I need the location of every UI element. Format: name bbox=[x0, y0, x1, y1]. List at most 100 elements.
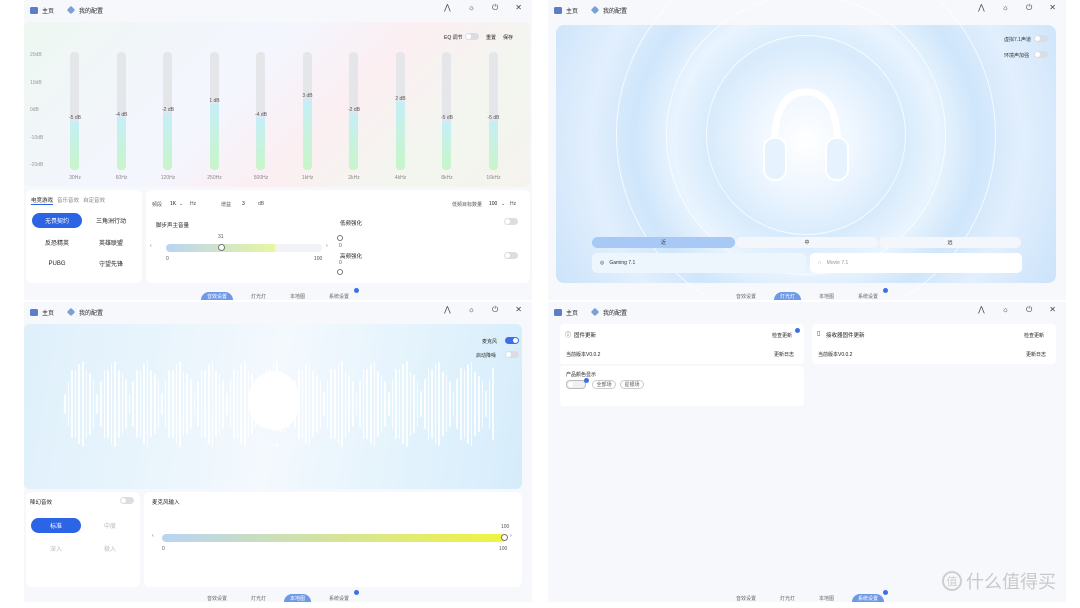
gain-input[interactable]: 3 bbox=[242, 201, 245, 207]
preset-gaming[interactable]: ◎ Gaming 7.1 bbox=[592, 253, 806, 273]
tab-system[interactable]: 系统设置 bbox=[323, 288, 360, 300]
color-option-silver[interactable]: 星银场 bbox=[620, 380, 644, 389]
treble-boost-toggle[interactable] bbox=[504, 252, 518, 259]
home-nav[interactable]: 主页 bbox=[554, 6, 578, 15]
bass-boost-toggle[interactable] bbox=[504, 218, 518, 225]
ai-sound-toggle[interactable] bbox=[120, 497, 134, 504]
close-icon[interactable]: ✕ bbox=[1049, 306, 1056, 314]
eq-band-slider[interactable] bbox=[209, 52, 219, 170]
ai-standard-button[interactable]: 标准 bbox=[31, 518, 81, 533]
config-nav[interactable]: 我的配置 bbox=[66, 5, 103, 15]
tab-local[interactable]: 本地图 bbox=[813, 292, 840, 300]
eq-band-slider[interactable] bbox=[70, 52, 79, 170]
chevron-left-icon[interactable]: ‹ bbox=[150, 243, 152, 249]
home-nav[interactable]: 主页 bbox=[30, 308, 54, 317]
close-icon[interactable]: ✕ bbox=[1049, 4, 1056, 12]
tab-local[interactable]: 本地图 bbox=[813, 594, 840, 602]
tab-light[interactable]: 灯光灯 bbox=[774, 594, 801, 602]
tab-sound[interactable]: 音效设置 bbox=[730, 292, 762, 300]
footstep-slider[interactable] bbox=[166, 244, 322, 252]
check-update-button[interactable]: 检查更新 bbox=[772, 332, 792, 339]
mode-mid[interactable]: 中 bbox=[736, 237, 878, 248]
tab-light[interactable]: 灯光灯 bbox=[245, 594, 272, 602]
tab-local[interactable]: 本地图 bbox=[284, 594, 312, 602]
tab-light[interactable]: 灯光灯 bbox=[773, 292, 801, 300]
preset-lol[interactable]: 英雄联盟 bbox=[86, 235, 136, 250]
preset-cs[interactable]: 反恐精英 bbox=[32, 235, 82, 250]
power-icon[interactable]: ⏻ bbox=[1026, 306, 1032, 314]
preset-valorant[interactable]: 无畏契约 bbox=[32, 213, 82, 228]
chevron-down-icon[interactable]: ⌄ bbox=[501, 201, 505, 207]
sun-icon[interactable]: ☼ bbox=[468, 306, 475, 314]
axis-label: 0dB bbox=[30, 107, 39, 113]
eq-band-slider[interactable] bbox=[488, 52, 498, 170]
sun-icon[interactable]: ☼ bbox=[468, 4, 475, 12]
freq-select[interactable]: 1K bbox=[170, 201, 176, 207]
eq-band-slider[interactable] bbox=[395, 52, 405, 170]
preset-overwatch[interactable]: 守望先锋 bbox=[86, 256, 136, 271]
config-nav[interactable]: 我的配置 bbox=[590, 5, 627, 15]
ambient-toggle[interactable] bbox=[1034, 51, 1048, 58]
close-icon[interactable]: ✕ bbox=[515, 4, 522, 12]
tab-light[interactable]: 灯光灯 bbox=[245, 292, 272, 300]
category-tab-game[interactable]: 电竞游戏 bbox=[31, 196, 54, 205]
chevron-left-icon[interactable]: ‹ bbox=[152, 533, 154, 539]
category-tab-music[interactable]: 音乐音效 bbox=[57, 196, 79, 205]
reset-button[interactable]: 重置 bbox=[486, 34, 496, 41]
tab-system[interactable]: 系统设置 bbox=[852, 590, 889, 602]
tab-system[interactable]: 系统设置 bbox=[323, 590, 360, 602]
mode-far[interactable]: 远 bbox=[879, 237, 1021, 248]
config-nav[interactable]: 我的配置 bbox=[66, 307, 103, 317]
treble-slider-knob[interactable] bbox=[337, 269, 343, 275]
power-icon[interactable]: ⏻ bbox=[492, 4, 498, 12]
update-log-button[interactable]: 更新日志 bbox=[774, 351, 794, 358]
person-icon[interactable]: ⋀ bbox=[444, 4, 451, 12]
low-target-select[interactable]: 100 bbox=[489, 201, 497, 207]
tab-sound[interactable]: 音效设置 bbox=[200, 292, 233, 300]
eq-toggle[interactable] bbox=[465, 33, 479, 40]
eq-band-slider[interactable] bbox=[442, 52, 451, 170]
save-button[interactable]: 保存 bbox=[503, 34, 513, 41]
eq-band-slider[interactable] bbox=[302, 52, 312, 170]
mic-input-slider[interactable] bbox=[162, 534, 506, 542]
eq-band-slider[interactable] bbox=[256, 52, 265, 170]
tab-sound[interactable]: 音效设置 bbox=[201, 594, 233, 602]
person-icon[interactable]: ⋀ bbox=[978, 4, 985, 12]
mode-near[interactable]: 近 bbox=[592, 237, 735, 248]
ai-medium-button[interactable]: 中度 bbox=[85, 518, 135, 533]
receiver-check-update-button[interactable]: 检查更新 bbox=[1024, 332, 1044, 339]
ai-extreme-button[interactable]: 极入 bbox=[85, 541, 135, 556]
close-icon[interactable]: ✕ bbox=[515, 306, 522, 314]
tab-local[interactable]: 本地图 bbox=[284, 292, 311, 300]
sun-icon[interactable]: ☼ bbox=[1002, 306, 1009, 314]
bass-slider-knob[interactable] bbox=[337, 235, 343, 241]
tab-sound[interactable]: 音效设置 bbox=[730, 594, 762, 602]
chevron-right-icon[interactable]: › bbox=[510, 533, 512, 539]
person-icon[interactable]: ⋀ bbox=[444, 306, 451, 314]
mic-toggle[interactable] bbox=[505, 337, 519, 344]
ai-deep-button[interactable]: 深入 bbox=[31, 541, 81, 556]
config-nav[interactable]: 我的配置 bbox=[590, 307, 627, 317]
mic-input-knob[interactable] bbox=[501, 534, 508, 541]
preset-delta-force[interactable]: 三角洲行动 bbox=[86, 213, 136, 228]
power-icon[interactable]: ⏻ bbox=[1026, 4, 1032, 12]
sun-icon[interactable]: ☼ bbox=[1002, 4, 1009, 12]
chevron-down-icon[interactable]: ⌄ bbox=[179, 201, 183, 207]
preset-movie[interactable]: ∩ Movie 7.1 bbox=[810, 253, 1022, 273]
person-icon[interactable]: ⋀ bbox=[978, 306, 985, 314]
color-display-toggle[interactable] bbox=[566, 380, 586, 389]
power-icon[interactable]: ⏻ bbox=[492, 306, 498, 314]
noise-cancel-toggle[interactable] bbox=[505, 351, 519, 358]
waveform-line bbox=[402, 363, 404, 445]
tab-system[interactable]: 系统设置 bbox=[852, 288, 889, 300]
footstep-slider-knob[interactable] bbox=[218, 244, 225, 251]
eq-band-slider[interactable] bbox=[116, 52, 126, 170]
preset-pubg[interactable]: PUBG bbox=[32, 256, 82, 271]
category-tab-custom[interactable]: 自定音效 bbox=[83, 196, 105, 205]
virtual-71-toggle[interactable] bbox=[1034, 35, 1048, 42]
home-nav[interactable]: 主页 bbox=[554, 308, 578, 317]
chevron-right-icon[interactable]: › bbox=[326, 243, 328, 249]
home-nav[interactable]: 主页 bbox=[30, 6, 54, 15]
color-option-all[interactable]: 全部场 bbox=[592, 380, 616, 389]
receiver-update-log-button[interactable]: 更新日志 bbox=[1026, 351, 1046, 358]
